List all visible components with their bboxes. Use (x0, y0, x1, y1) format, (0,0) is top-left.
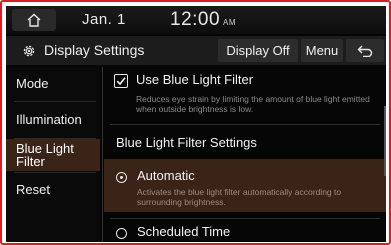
back-icon (357, 45, 373, 57)
clock: 12:00 AM (170, 9, 236, 31)
option-label: Scheduled Time (137, 224, 231, 239)
sidebar-item-illumination[interactable]: Illumination (6, 102, 100, 137)
panel-divider (102, 67, 103, 242)
sidebar-item-blue-light-filter[interactable]: Blue Light Filter (6, 139, 100, 171)
radio-dot (119, 175, 123, 179)
option-scheduled-time[interactable]: Scheduled Time (104, 219, 386, 242)
home-icon (27, 13, 41, 27)
sidebar-item-label: Mode (16, 76, 49, 91)
sidebar: Mode Illumination Blue Light Filter Rese… (6, 67, 100, 242)
checkmark-icon (116, 77, 126, 86)
gear-icon (23, 45, 35, 57)
sidebar-item-label: Illumination (16, 112, 82, 127)
option-description: Activates the blue light filter automati… (137, 187, 342, 207)
sidebar-item-label: Blue Light Filter (16, 141, 74, 169)
menu-button[interactable]: Menu (301, 39, 343, 62)
back-button[interactable] (346, 39, 384, 62)
option-label: Automatic (137, 168, 195, 183)
page-title: Display Settings (44, 42, 145, 58)
sidebar-item-mode[interactable]: Mode (6, 67, 100, 100)
scrollbar[interactable] (384, 106, 386, 176)
option-automatic[interactable]: Automatic Activates the blue light filte… (104, 159, 386, 212)
divider (110, 124, 380, 125)
section-title: Blue Light Filter Settings (116, 135, 257, 150)
date-display: Jan. 1 (82, 11, 126, 28)
scheduled-time-radio[interactable] (116, 228, 127, 239)
display-off-button[interactable]: Display Off (218, 39, 298, 62)
clock-ampm: AM (223, 18, 237, 27)
use-blue-light-filter-description: Reduces eye strain by limiting the amoun… (136, 94, 370, 114)
use-blue-light-filter-label: Use Blue Light Filter (136, 72, 254, 87)
sidebar-item-reset[interactable]: Reset (6, 173, 100, 206)
screenshot-frame: Jan. 1 12:00 AM Display Settings Display … (0, 0, 391, 245)
home-button[interactable] (12, 9, 56, 31)
use-blue-light-filter-row[interactable]: Use Blue Light Filter Reduces eye strain… (104, 67, 386, 119)
use-blue-light-filter-checkbox[interactable] (114, 74, 128, 88)
infotainment-screen: Jan. 1 12:00 AM Display Settings Display … (6, 6, 386, 242)
automatic-radio[interactable] (116, 172, 127, 183)
status-bar: Jan. 1 12:00 AM (6, 6, 386, 34)
settings-content: Use Blue Light Filter Reduces eye strain… (104, 67, 386, 242)
clock-time: 12:00 (170, 9, 221, 30)
title-bar: Display Settings Display Off Menu (6, 36, 386, 65)
sidebar-item-label: Reset (16, 182, 50, 197)
